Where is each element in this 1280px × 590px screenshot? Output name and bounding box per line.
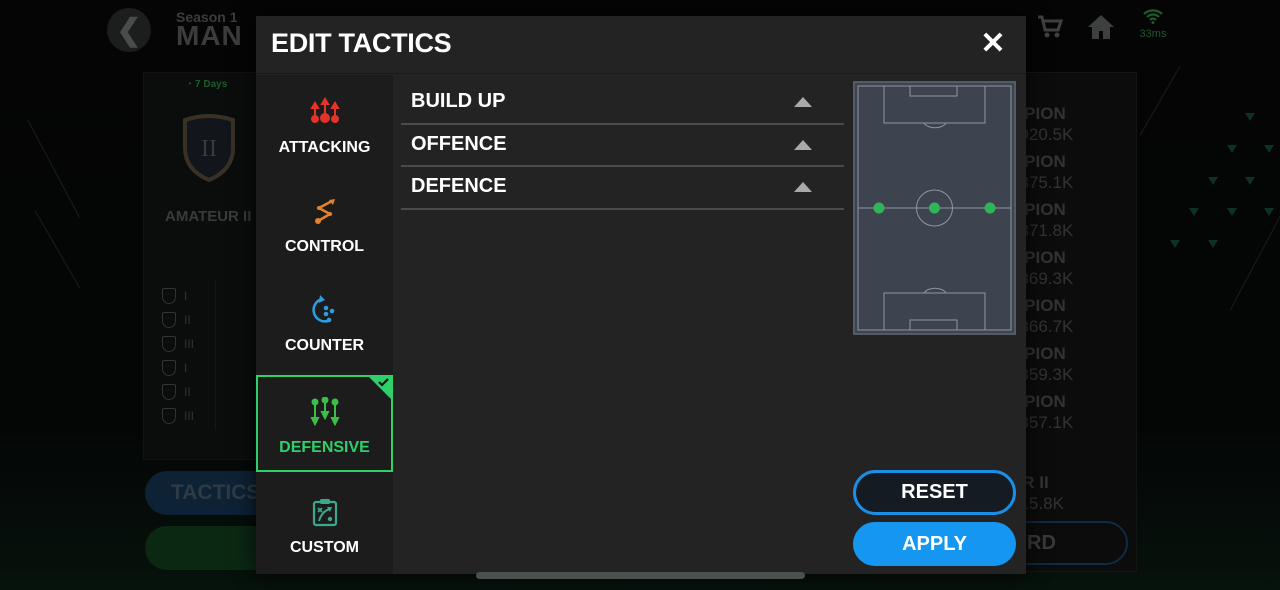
decor-arrow-icon <box>1227 145 1237 153</box>
tier-list: I II III I II III <box>162 284 194 428</box>
preset-label: CUSTOM <box>289 539 360 556</box>
preset-control[interactable]: CONTROL <box>256 174 393 271</box>
modal-header: EDIT TACTICS ✕ <box>256 16 1026 74</box>
decor-arrow-icon <box>1189 208 1199 216</box>
preset-label: ATTACKING <box>278 139 371 156</box>
tier-row: III <box>162 332 194 356</box>
selected-check-icon <box>367 375 393 401</box>
home-icon[interactable] <box>1087 14 1115 47</box>
season-timer: ◔ 7 Days <box>186 79 228 90</box>
decor-arrow-icon <box>1170 240 1180 248</box>
tactic-preset-list: ATTACKING CONTROL COUNTER DEFENSIVE CUST… <box>256 75 393 574</box>
preset-label: COUNTER <box>284 337 365 354</box>
section-offence[interactable]: OFFENCE <box>401 125 844 167</box>
bg-decor-line <box>1229 213 1280 311</box>
section-label: BUILD UP <box>411 90 506 112</box>
game-screen: ❮ Season 1 MAN 33ms ◔ 7 Days II AMATEUR I… <box>0 0 1280 590</box>
clock-icon: ◔ <box>186 79 193 90</box>
tier-row: I <box>162 284 194 308</box>
tier-row: I <box>162 356 194 380</box>
decor-arrow-icon <box>1208 240 1218 248</box>
tier-row: II <box>162 380 194 404</box>
section-label: OFFENCE <box>411 132 507 155</box>
rank-shield-icon: II <box>183 114 235 182</box>
preset-counter[interactable]: COUNTER <box>256 273 393 370</box>
defensive-icon <box>309 397 340 427</box>
player-marker[interactable] <box>873 202 885 214</box>
modal-title: EDIT TACTICS <box>271 28 452 58</box>
system-home-indicator[interactable] <box>476 572 805 579</box>
apply-button[interactable]: APPLY <box>853 522 1016 566</box>
decor-arrow-icon <box>1264 145 1274 153</box>
back-button[interactable]: ❮ <box>107 8 151 52</box>
tier-progress-grid <box>215 280 260 430</box>
preset-label: DEFENSIVE <box>279 439 370 456</box>
network-status: 33ms <box>1135 8 1171 40</box>
close-icon: ✕ <box>980 27 1006 60</box>
back-icon: ❮ <box>116 13 142 47</box>
section-defence[interactable]: DEFENCE <box>401 167 844 210</box>
formation-pitch <box>853 81 1016 335</box>
collapse-arrow-icon <box>794 139 812 150</box>
tier-row: II <box>162 308 194 332</box>
tier-shield-icon <box>162 336 176 352</box>
preset-defensive[interactable]: DEFENSIVE <box>256 375 393 472</box>
control-icon <box>314 199 335 224</box>
preset-attacking[interactable]: ATTACKING <box>256 75 393 172</box>
pitch-lines <box>857 85 1012 331</box>
decor-arrow-icon <box>1208 177 1218 185</box>
player-marker[interactable] <box>929 202 940 214</box>
tier-shield-icon <box>162 360 176 376</box>
collapse-arrow-icon <box>794 97 812 107</box>
custom-icon <box>312 499 337 527</box>
attacking-icon <box>309 97 340 123</box>
decor-arrow-icon <box>1245 177 1255 185</box>
mode-title: MAN <box>176 20 243 51</box>
tier-shield-icon <box>162 384 176 400</box>
collapse-arrow-icon <box>794 182 812 192</box>
tier-shield-icon <box>162 408 176 424</box>
rank-name: AMATEUR II <box>165 208 252 225</box>
tier-shield-icon <box>162 288 176 304</box>
reset-button[interactable]: RESET <box>853 470 1016 515</box>
bg-decor-line <box>34 210 81 289</box>
bg-decor-line <box>1139 65 1181 136</box>
player-marker[interactable] <box>984 202 996 214</box>
ping-value: 33ms <box>1139 28 1167 40</box>
preset-custom[interactable]: CUSTOM <box>256 475 393 572</box>
svg-text:II: II <box>201 136 217 162</box>
preset-label: CONTROL <box>284 238 365 255</box>
tier-row: III <box>162 404 194 428</box>
counter-icon <box>311 295 334 323</box>
decor-arrow-icon <box>1227 208 1237 216</box>
tier-shield-icon <box>162 312 176 328</box>
cart-icon[interactable] <box>1036 14 1064 47</box>
section-label: DEFENCE <box>411 175 507 197</box>
tactic-sections: BUILD UP OFFENCE DEFENCE <box>401 82 844 210</box>
bg-decor-line <box>27 120 81 218</box>
decor-arrow-icon <box>1264 208 1274 216</box>
close-button[interactable]: ✕ <box>978 29 1008 59</box>
wifi-icon <box>1135 8 1171 28</box>
decor-arrow-icon <box>1245 113 1255 121</box>
edit-tactics-modal: EDIT TACTICS ✕ ATTACKING CONTROL COUNTER… <box>256 16 1026 574</box>
section-build-up[interactable]: BUILD UP <box>401 82 844 125</box>
